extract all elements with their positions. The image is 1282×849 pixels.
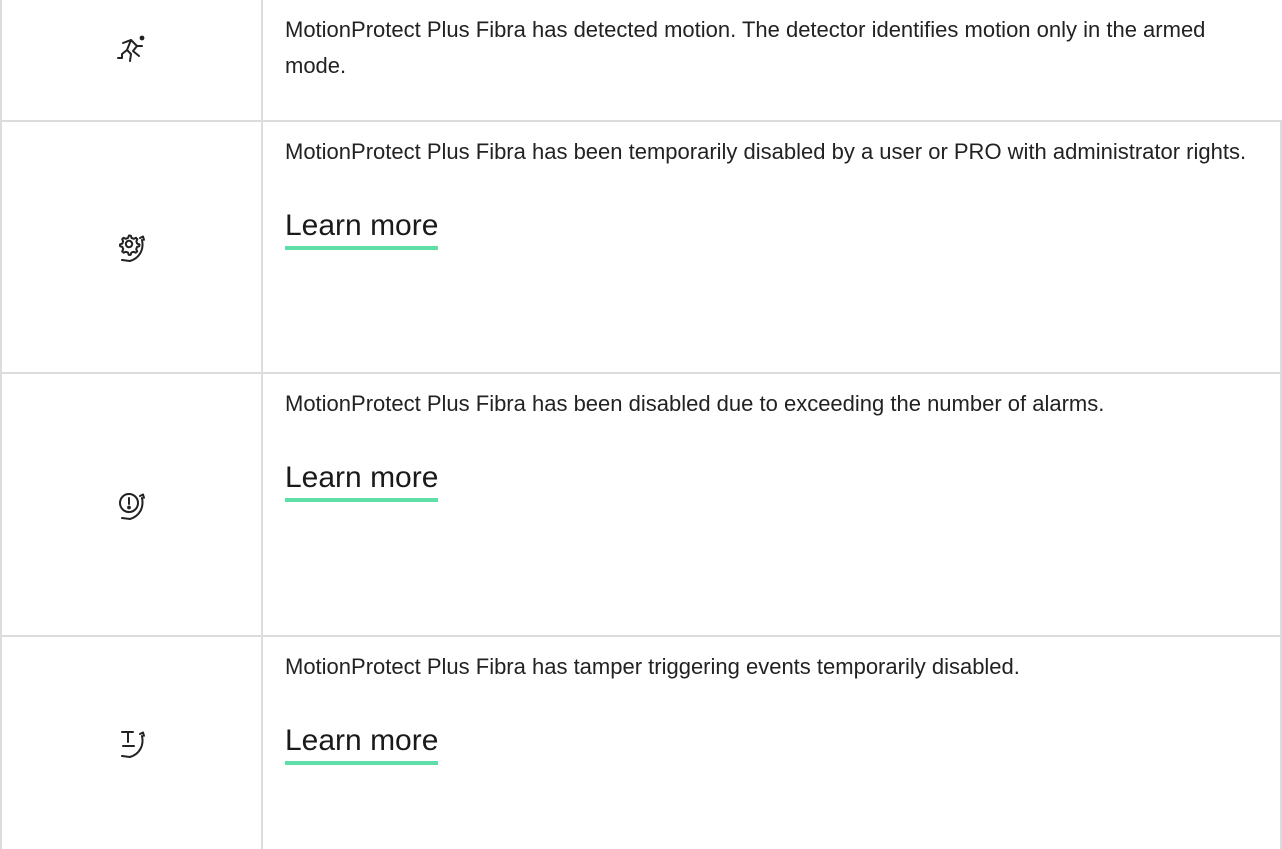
icon-cell bbox=[0, 374, 262, 635]
description-cell: MotionProtect Plus Fibra has tamper trig… bbox=[285, 649, 1265, 765]
table-row: MotionProtect Plus Fibra has detected mo… bbox=[0, 0, 1282, 120]
event-description: MotionProtect Plus Fibra has detected mo… bbox=[285, 17, 1206, 78]
tamper-disabled-icon bbox=[121, 731, 145, 758]
alarm-limit-disabled-icon bbox=[119, 492, 145, 520]
learn-more-link[interactable]: Learn more bbox=[285, 723, 439, 765]
event-description: MotionProtect Plus Fibra has been tempor… bbox=[285, 139, 1247, 164]
event-icons-table: MotionProtect Plus Fibra has detected mo… bbox=[0, 0, 1282, 849]
learn-more-link[interactable]: Learn more bbox=[285, 208, 439, 250]
icon-cell bbox=[0, 122, 262, 372]
learn-more-link[interactable]: Learn more bbox=[285, 460, 439, 502]
description-cell: MotionProtect Plus Fibra has been tempor… bbox=[285, 134, 1265, 250]
icon-cell bbox=[0, 637, 262, 849]
event-description: MotionProtect Plus Fibra has been disabl… bbox=[285, 391, 1105, 416]
event-description: MotionProtect Plus Fibra has tamper trig… bbox=[285, 654, 1020, 679]
temporarily-disabled-icon bbox=[119, 234, 145, 262]
table-row: MotionProtect Plus Fibra has tamper trig… bbox=[0, 637, 1282, 849]
description-cell: MotionProtect Plus Fibra has been disabl… bbox=[285, 386, 1265, 502]
description-cell: MotionProtect Plus Fibra has detected mo… bbox=[285, 12, 1265, 84]
motion-detected-icon bbox=[117, 35, 145, 62]
table-row: MotionProtect Plus Fibra has been disabl… bbox=[0, 374, 1282, 635]
table-row: MotionProtect Plus Fibra has been tempor… bbox=[0, 122, 1282, 372]
icon-cell bbox=[0, 0, 262, 98]
